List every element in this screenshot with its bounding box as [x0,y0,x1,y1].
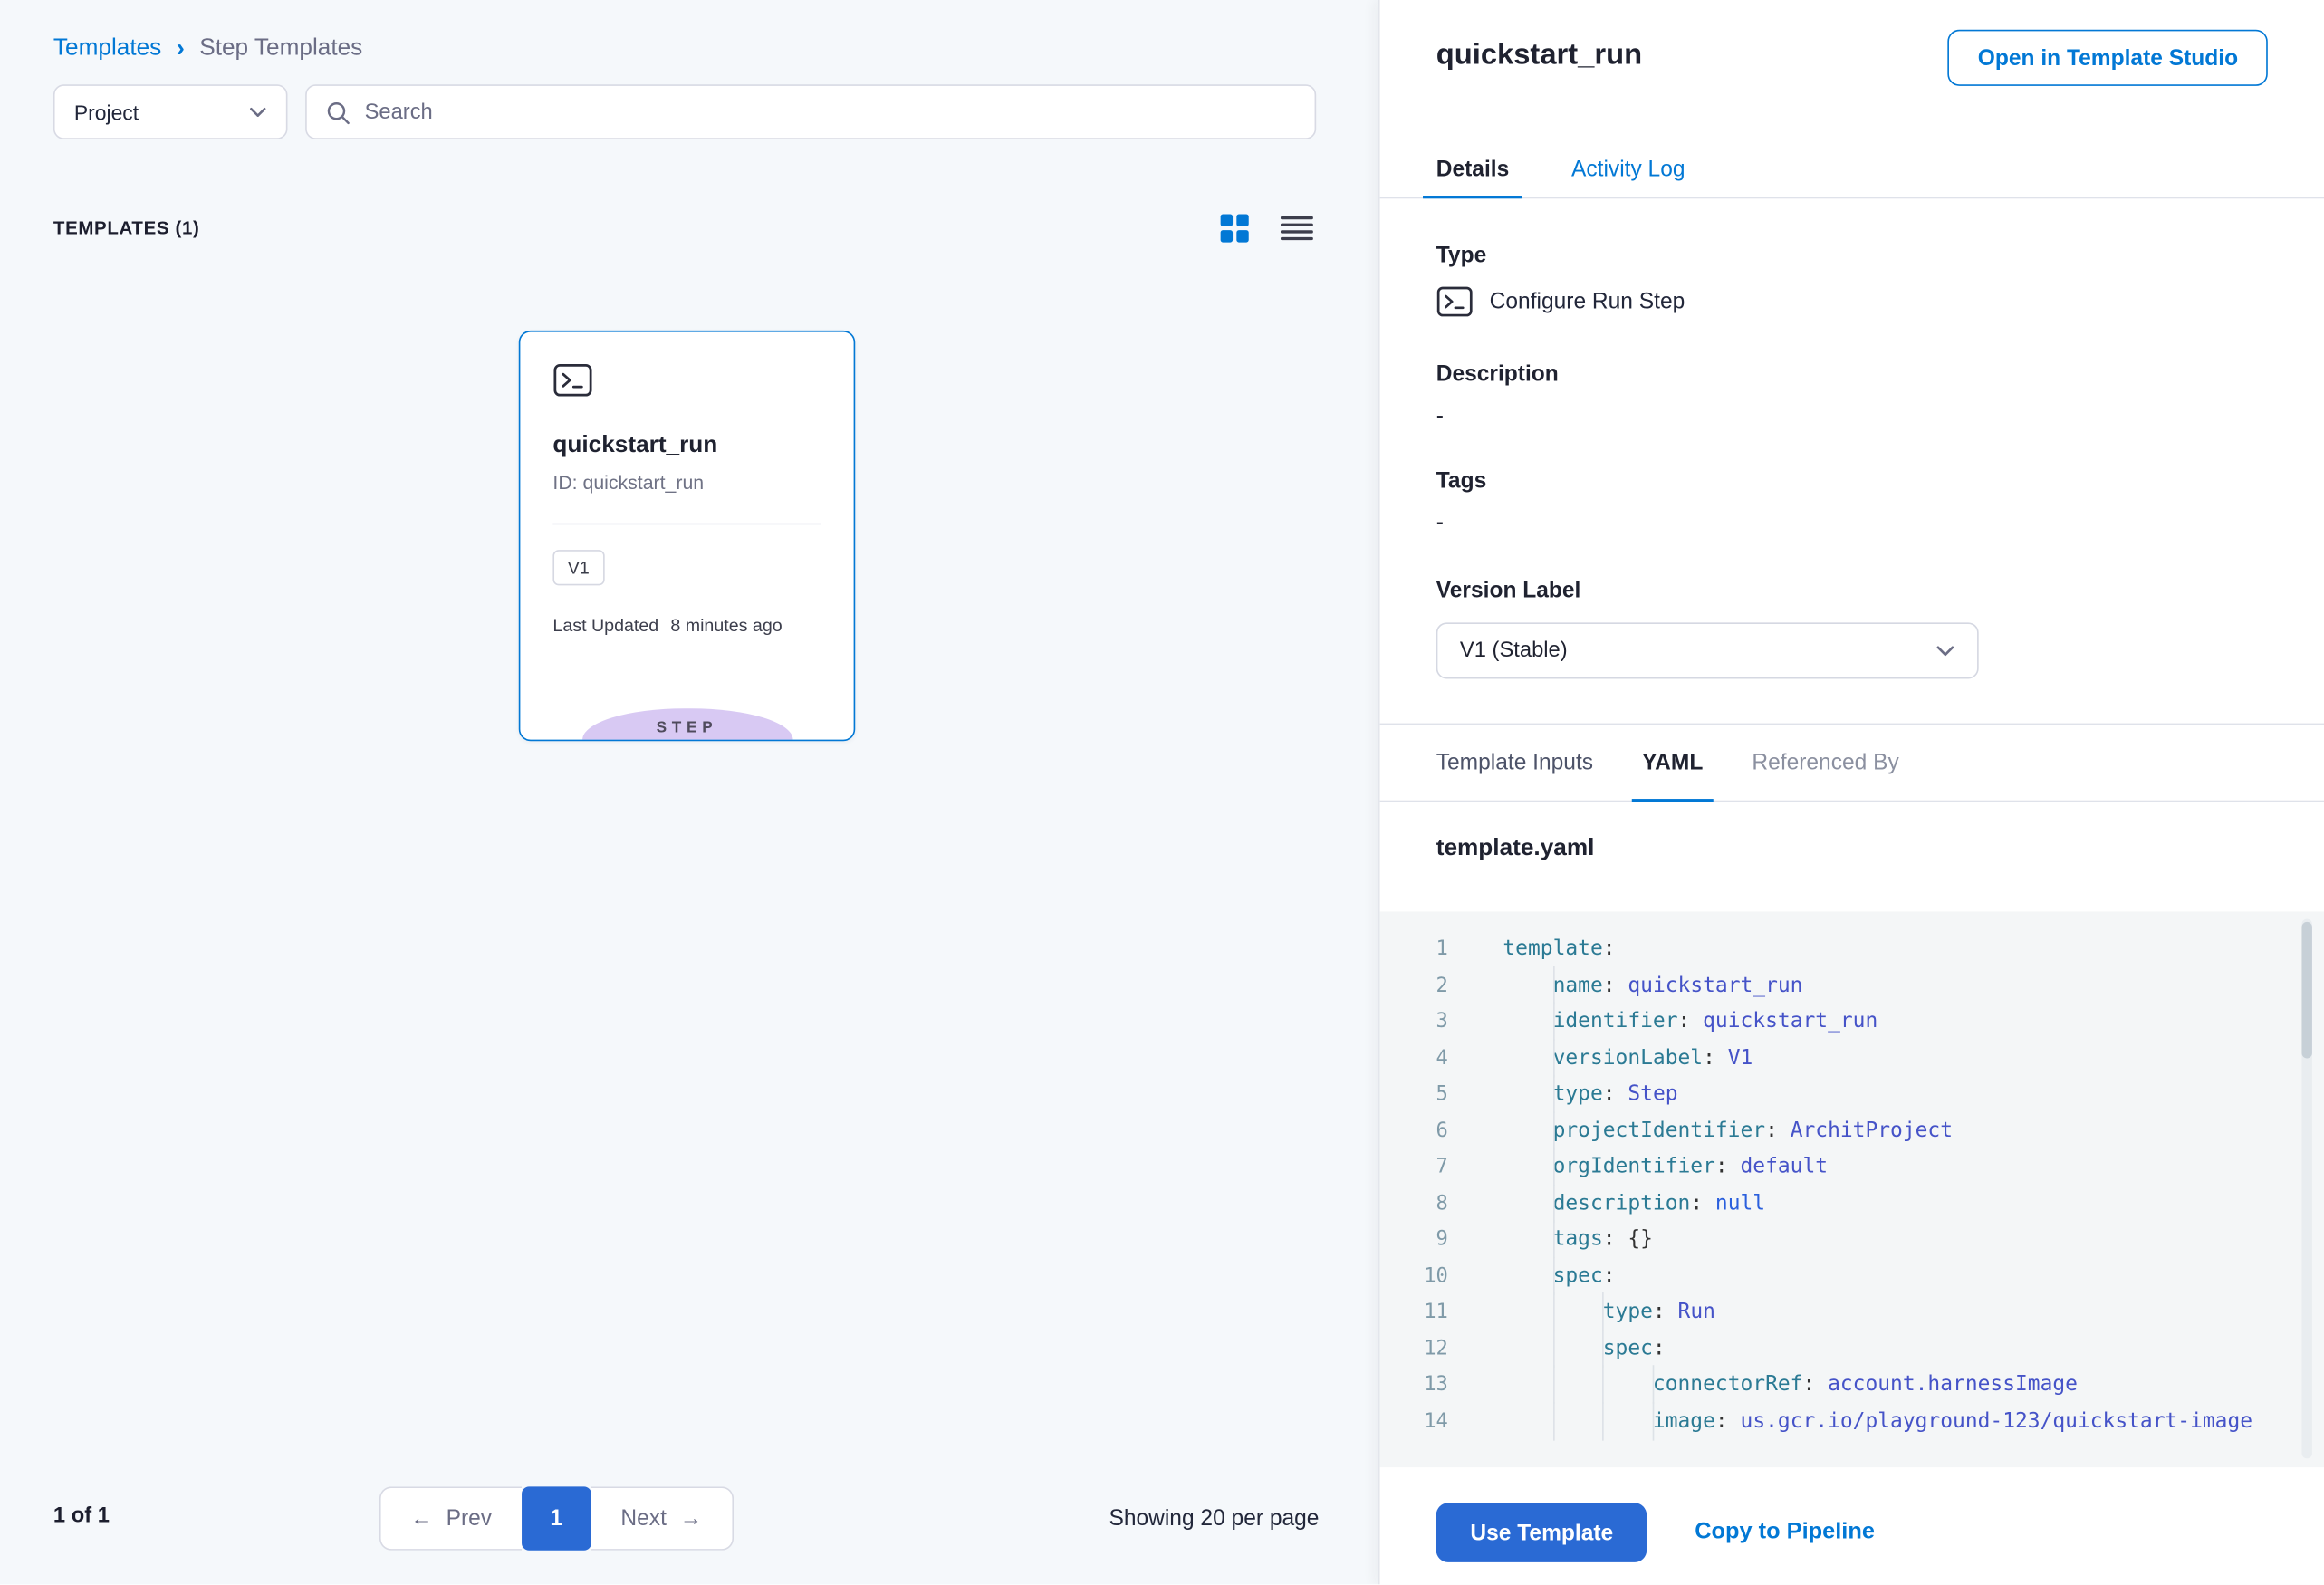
tab-details[interactable]: Details [1436,142,1510,197]
template-details-panel: quickstart_run Open in Template Studio D… [1378,0,2324,1584]
step-type-badge-label: STEP [657,712,718,735]
run-step-icon [1436,284,1474,319]
breadcrumb: Templates › Step Templates [53,35,362,62]
panel-footer: Use Template Copy to Pipeline [1436,1503,1875,1561]
template-card-title: quickstart_run [552,433,821,459]
next-page-button[interactable]: Next → [591,1486,734,1550]
tags-label: Tags [1436,468,1486,494]
yaml-section-tabs: Template Inputs YAML Referenced By [1380,725,2324,802]
copy-to-pipeline-link[interactable]: Copy to Pipeline [1695,1519,1875,1545]
yaml-file-name: template.yaml [1436,836,1595,862]
version-label-select[interactable]: V1 (Stable) [1436,622,1979,678]
version-label-heading: Version Label [1436,578,1581,603]
tab-activity-log[interactable]: Activity Log [1571,142,1685,197]
last-updated-row: Last Updated 8 minutes ago [552,615,821,636]
yaml-line: 2 name: quickstart_run [1380,967,2324,1004]
prev-page-label: Prev [447,1506,492,1532]
yaml-line: 12 spec: [1380,1330,2324,1367]
next-page-label: Next [620,1506,666,1532]
search-box [305,84,1316,139]
yaml-line: 13 connectorRef: account.harnessImage [1380,1367,2324,1403]
description-label: Description [1436,361,1559,387]
yaml-line: 1template: [1380,931,2324,967]
version-chip: V1 [552,550,604,585]
step-type-badge: STEP [581,708,792,739]
arrow-left-icon: ← [410,1506,433,1532]
panel-title: quickstart_run [1436,39,1642,73]
last-updated-label: Last Updated [552,615,658,636]
type-value: Configure Run Step [1490,289,1685,314]
card-divider [552,524,821,525]
type-label: Type [1436,243,1486,268]
details-tabs: Details Activity Log [1380,142,2324,198]
version-label-value: V1 (Stable) [1460,639,1568,662]
list-view-icon [1281,215,1313,241]
page-size-label: Showing 20 per page [1109,1506,1319,1532]
tab-yaml[interactable]: YAML [1642,725,1703,800]
scope-select-value: Project [74,100,139,123]
use-template-button[interactable]: Use Template [1436,1503,1647,1561]
type-row: Configure Run Step [1436,284,1685,319]
open-template-studio-button[interactable]: Open in Template Studio [1948,30,2268,86]
grid-view-button[interactable] [1215,209,1254,248]
yaml-line: 6 projectIdentifier: ArchitProject [1380,1112,2324,1148]
breadcrumb-templates-link[interactable]: Templates [53,35,161,62]
last-updated-value: 8 minutes ago [670,615,782,636]
pagination: ← Prev 1 Next → [379,1486,734,1550]
filter-row: Project [53,84,1316,139]
chevron-down-icon [249,106,267,118]
arrow-right-icon: → [680,1506,703,1532]
code-scrollbar-thumb[interactable] [2301,922,2311,1059]
code-scrollbar [2301,919,2311,1459]
yaml-line: 14 image: us.gcr.io/playground-123/quick… [1380,1403,2324,1439]
description-value: - [1436,403,1444,428]
yaml-line: 7 orgIdentifier: default [1380,1148,2324,1185]
list-toolbar: TEMPLATES (1) [53,209,1316,248]
yaml-line: 8 description: null [1380,1185,2324,1221]
prev-page-button[interactable]: ← Prev [379,1486,522,1550]
yaml-code: 1template:2 name: quickstart_run3 identi… [1380,911,2324,1467]
page-1-button[interactable]: 1 [522,1486,591,1550]
list-view-button[interactable] [1278,212,1317,245]
templates-count-label: TEMPLATES (1) [53,218,200,239]
app-window: Templates › Step Templates Project TEMPL… [0,0,2324,1584]
yaml-line: 3 identifier: quickstart_run [1380,1004,2324,1040]
breadcrumb-current: Step Templates [199,35,362,62]
template-card-id: ID: quickstart_run [552,471,821,494]
yaml-line: 11 type: Run [1380,1294,2324,1330]
tags-value: - [1436,510,1444,535]
template-card[interactable]: quickstart_run ID: quickstart_run V1 Las… [519,331,855,741]
view-toggles [1215,209,1316,248]
chevron-down-icon [1935,644,1954,658]
search-icon [324,99,351,125]
yaml-line: 10 spec: [1380,1258,2324,1294]
templates-list-panel: Templates › Step Templates Project TEMPL… [0,0,1378,1584]
grid-view-icon [1218,212,1251,245]
search-input[interactable] [365,100,1297,123]
page-info: 1 of 1 [53,1504,110,1528]
yaml-line: 5 type: Step [1380,1076,2324,1112]
tab-template-inputs[interactable]: Template Inputs [1436,725,1593,800]
scope-select[interactable]: Project [53,84,288,139]
run-step-icon [552,361,592,399]
yaml-line: 9 tags: {} [1380,1221,2324,1257]
tab-referenced-by[interactable]: Referenced By [1752,725,1898,800]
yaml-line: 4 versionLabel: V1 [1380,1040,2324,1076]
breadcrumb-chevron-icon: › [177,34,185,60]
